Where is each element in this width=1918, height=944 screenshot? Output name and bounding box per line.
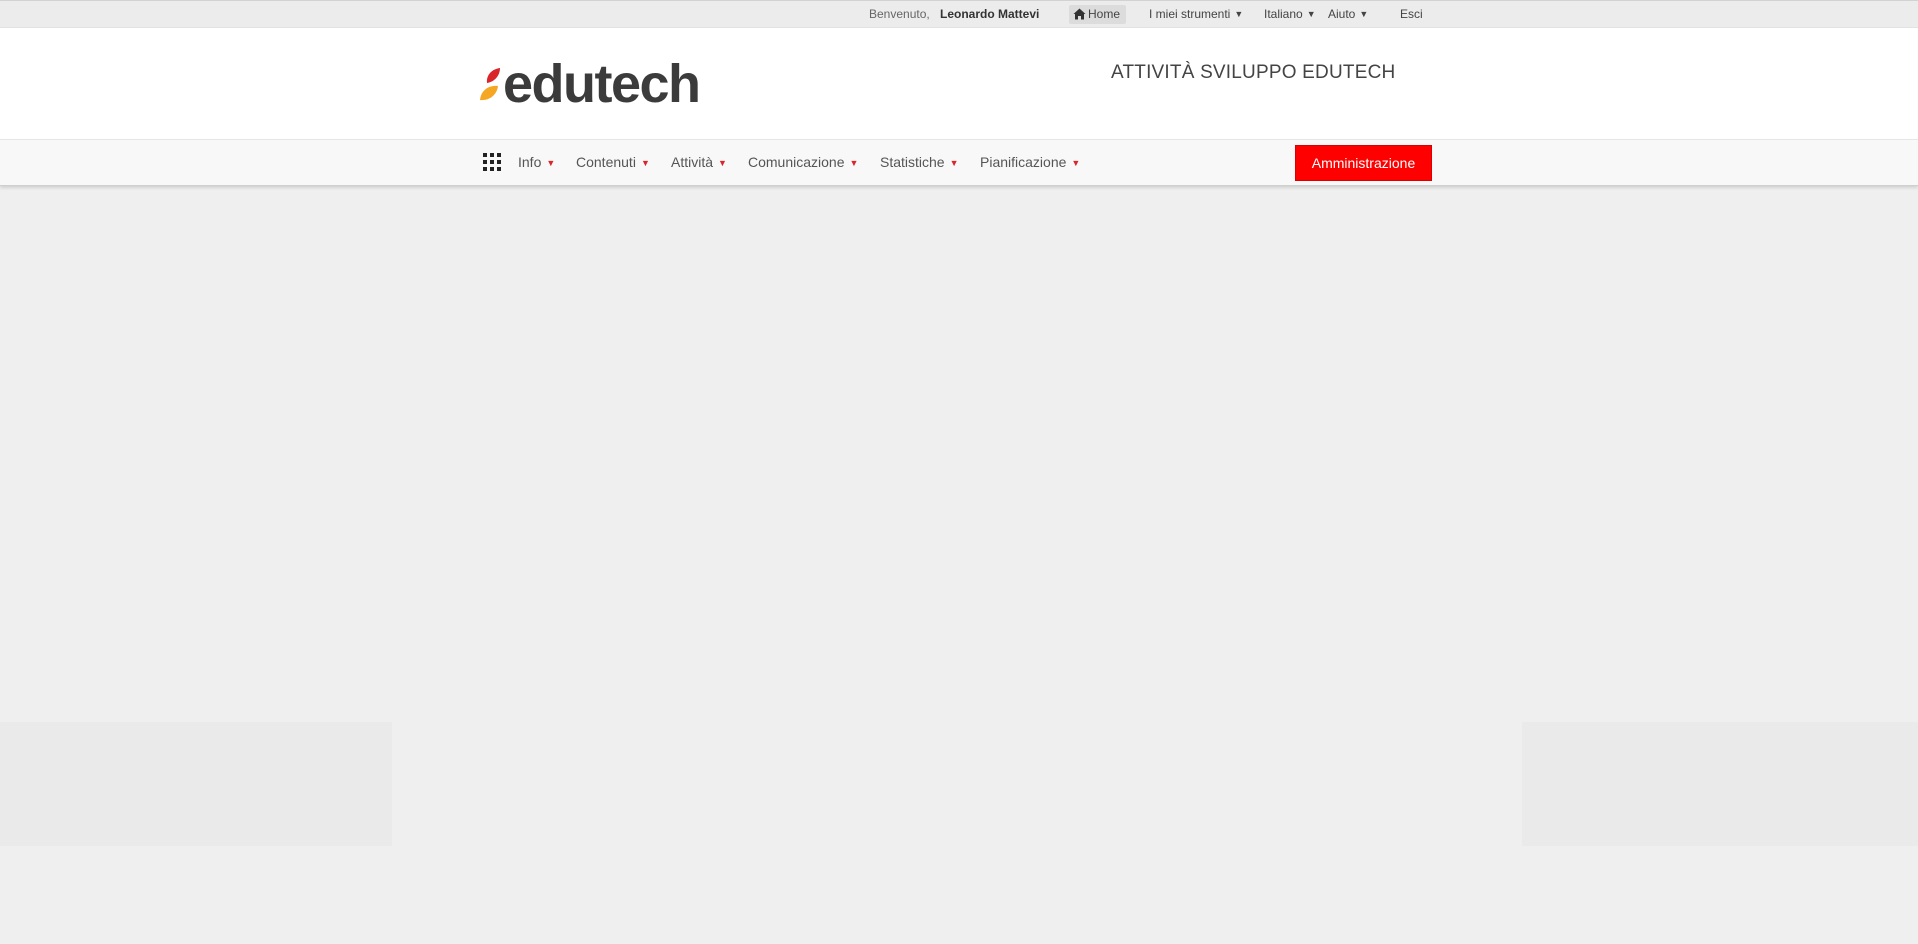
top-utility-bar: Benvenuto, Leonardo Mattevi Home I miei … (0, 0, 1918, 28)
admin-button[interactable]: Amministrazione (1295, 145, 1432, 181)
logo-leaves-icon (480, 68, 500, 101)
left-side-panel (0, 722, 392, 846)
chevron-down-icon: ▼ (1359, 9, 1369, 19)
nav-item-comunicazione[interactable]: Comunicazione ▼ (748, 140, 858, 186)
nav-item-label: Info (518, 154, 542, 170)
chevron-down-icon: ▼ (1306, 9, 1316, 19)
caret-down-icon: ▼ (546, 158, 556, 168)
nav-item-label: Pianificazione (980, 154, 1067, 170)
logo-wordmark: edutech (503, 54, 701, 114)
grid-icon[interactable] (483, 153, 501, 171)
home-icon (1073, 8, 1086, 20)
nav-item-label: Contenuti (576, 154, 636, 170)
main-navbar: Info ▼ Contenuti ▼ Attività ▼ Comunicazione… (0, 139, 1918, 186)
help-label: Aiuto (1328, 7, 1356, 21)
caret-down-icon: ▼ (849, 158, 859, 168)
caret-down-icon: ▼ (949, 158, 959, 168)
nav-item-label: Statistiche (880, 154, 945, 170)
language-menu[interactable]: Italiano ▼ (1264, 1, 1316, 29)
my-tools-label: I miei strumenti (1149, 7, 1231, 21)
nav-item-label: Comunicazione (748, 154, 845, 170)
my-tools-menu[interactable]: I miei strumenti ▼ (1149, 1, 1243, 29)
caret-down-icon: ▼ (1071, 158, 1081, 168)
home-label: Home (1088, 7, 1121, 21)
chevron-down-icon: ▼ (1234, 9, 1244, 19)
nav-item-label: Attività (671, 154, 714, 170)
site-header: edutech ATTIVITÀ SVILUPPO EDUTECH (0, 28, 1918, 139)
home-link[interactable]: Home (1069, 5, 1127, 24)
user-name[interactable]: Leonardo Mattevi (940, 1, 1039, 29)
logout-link[interactable]: Esci (1400, 1, 1423, 29)
edutech-logo[interactable]: edutech (478, 54, 718, 114)
nav-item-attivita[interactable]: Attività ▼ (671, 140, 727, 186)
site-title: ATTIVITÀ SVILUPPO EDUTECH (1111, 62, 1396, 83)
right-side-panel (1522, 722, 1918, 846)
welcome-text: Benvenuto, (869, 7, 930, 21)
language-label: Italiano (1264, 7, 1303, 21)
caret-down-icon: ▼ (718, 158, 727, 168)
caret-down-icon: ▼ (640, 158, 650, 168)
help-menu[interactable]: Aiuto ▼ (1328, 1, 1368, 29)
nav-item-statistiche[interactable]: Statistiche ▼ (880, 140, 959, 186)
nav-item-pianificazione[interactable]: Pianificazione ▼ (980, 140, 1080, 186)
nav-item-contenuti[interactable]: Contenuti ▼ (576, 140, 650, 186)
nav-item-info[interactable]: Info ▼ (518, 140, 555, 186)
